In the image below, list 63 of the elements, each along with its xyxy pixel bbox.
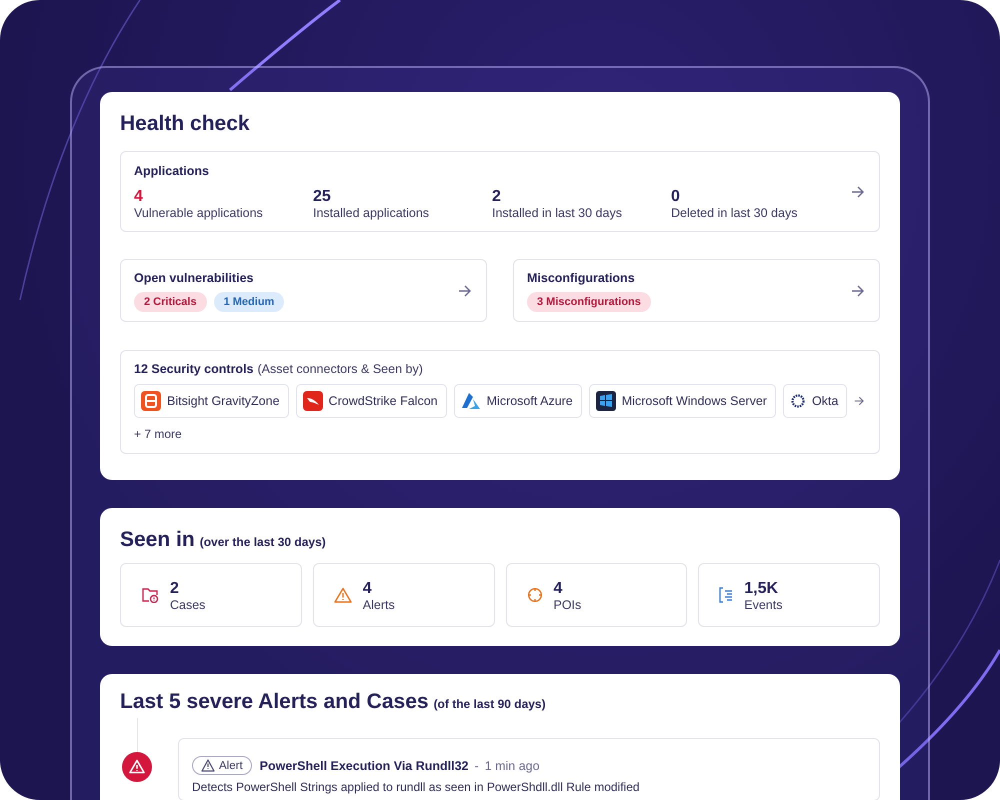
stat-label: Alerts — [362, 598, 395, 612]
stat-value: 2 — [170, 578, 180, 598]
section-title: Last 5 severe Alerts and Cases — [120, 690, 429, 714]
stat-label: Installed applications — [313, 206, 430, 220]
logo-icon — [141, 391, 161, 411]
section-title: Health check — [120, 112, 251, 136]
timestamp: 1 min ago — [484, 758, 540, 772]
count-badge: 1 Medium — [214, 292, 284, 312]
section-subtitle: (of the last 90 days) — [434, 697, 546, 711]
stat-label: Installed in last 30 days — [492, 206, 623, 220]
stat-tile[interactable]: 4 Alerts — [312, 563, 494, 627]
connector-chip[interactable]: Bitsight GravityZone — [134, 384, 289, 418]
stat-value: 0 — [671, 187, 681, 206]
connector-chip[interactable]: Microsoft Azure — [454, 384, 582, 418]
panel-title: Misconfigurations — [527, 271, 636, 285]
stat-tile[interactable]: 1,5K Events — [698, 563, 880, 627]
folder-alert-icon — [141, 587, 159, 603]
separator: - — [474, 758, 479, 772]
stat-value: 25 — [313, 187, 332, 206]
panel-title: Applications — [134, 164, 210, 178]
stat-label: Vulnerable applications — [134, 206, 264, 220]
arrow-right-icon[interactable] — [854, 395, 865, 407]
crosshair-icon — [526, 587, 542, 603]
findings-panel[interactable]: Open vulnerabilities 2 Criticals 1 Medium — [120, 259, 487, 322]
panel-title: 12 Security controls — [134, 362, 254, 376]
stat-label: POIs — [554, 598, 582, 612]
connector-chip[interactable]: Okta — [782, 384, 848, 418]
windows-logo-icon — [596, 391, 616, 411]
stat-label: Cases — [170, 598, 206, 612]
section-title: Seen in — [120, 528, 195, 552]
findings-panel[interactable]: Misconfigurations 3 Misconfigurations — [513, 259, 880, 322]
stat-value: 4 — [134, 187, 144, 206]
list-icon — [719, 587, 734, 603]
stat-value: 2 — [492, 187, 502, 206]
sunburst-logo-icon — [790, 393, 806, 409]
warning-icon — [334, 587, 352, 603]
warning-icon — [122, 752, 152, 782]
arrow-right-icon[interactable] — [851, 186, 865, 198]
triangle-logo-icon — [460, 392, 481, 410]
connector-chip[interactable]: CrowdStrike Falcon — [296, 384, 447, 418]
stat-tile[interactable]: 4 POIs — [506, 563, 688, 627]
count-badge: 3 Misconfigurations — [527, 292, 651, 312]
section-subtitle: (over the last 30 days) — [200, 535, 326, 549]
alert-card[interactable]: Alert PowerShell Execution Via Rundll32 - 1 min ago Detects PowerShell Strings applied to rundll as seen in PowerShdll.dll Rule modified — [178, 738, 880, 800]
stat-tile[interactable]: 2 Cases — [120, 563, 302, 627]
warning-icon — [201, 759, 215, 772]
applications-panel[interactable]: Applications 4 Vulnerable applications 25 Installed applications 2 Installed in last 30 days 0 Deleted in last 30 days — [120, 151, 880, 232]
alert-tag: Alert — [192, 756, 252, 775]
stat-value: 4 — [362, 578, 373, 598]
more-link[interactable]: + 7 more — [134, 427, 182, 441]
connector-chip[interactable]: Microsoft Windows Server — [588, 384, 776, 418]
arrow-right-icon[interactable] — [851, 284, 865, 296]
alert-description: Detects PowerShell Strings applied to rundll as seen in PowerShdll.dll Rule modified — [192, 781, 641, 794]
panel-subtitle: (Asset connectors & Seen by) — [258, 362, 423, 376]
count-badge: 2 Criticals — [134, 292, 207, 312]
arrow-right-icon[interactable] — [458, 284, 472, 296]
panel-title: Open vulnerabilities — [134, 271, 254, 285]
stat-label: Deleted in last 30 days — [671, 206, 798, 220]
stat-value: 4 — [554, 578, 564, 598]
stat-value: 1,5K — [744, 578, 780, 598]
logo-icon — [302, 391, 323, 411]
stat-label: Events — [744, 598, 782, 612]
alert-title: PowerShell Execution Via Rundll32 — [260, 758, 469, 772]
